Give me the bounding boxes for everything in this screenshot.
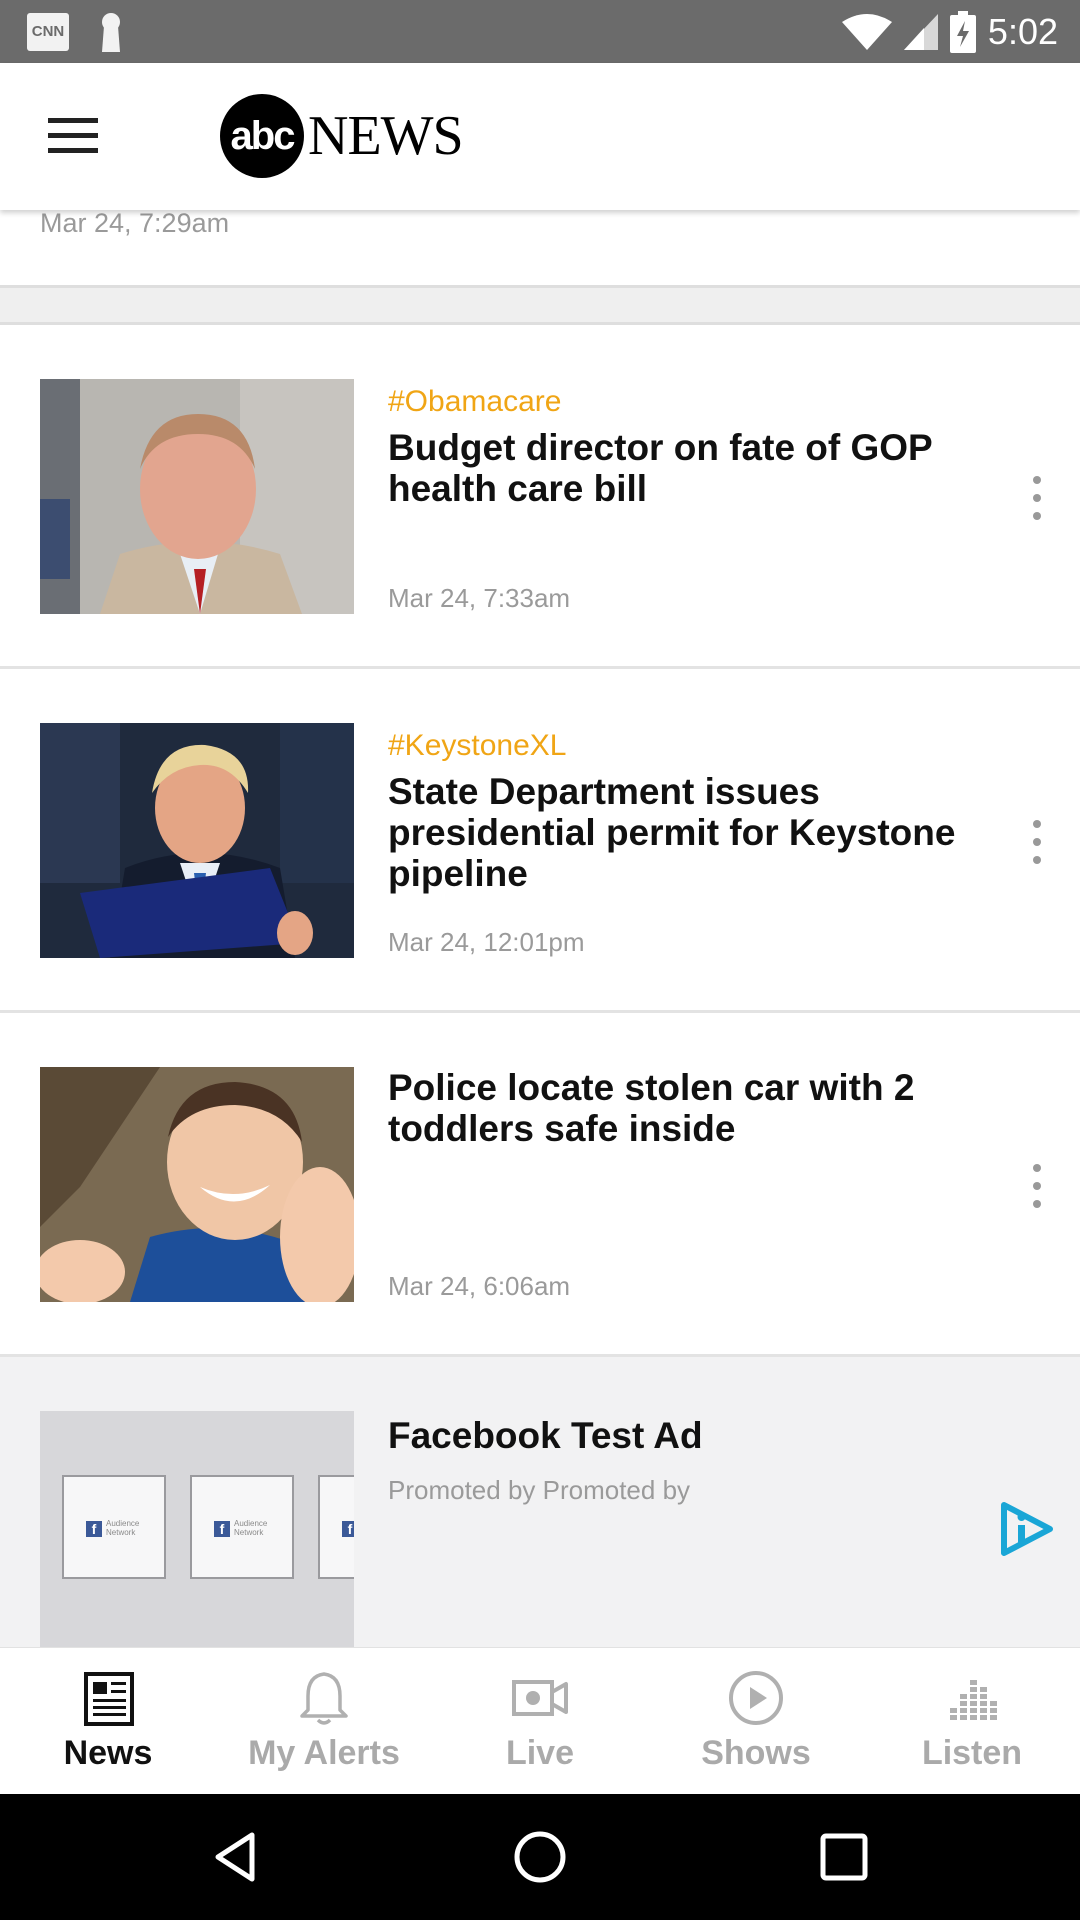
more-options-icon[interactable]	[1028, 473, 1046, 523]
article-date: Mar 24, 12:01pm	[388, 927, 585, 957]
cnn-notification-icon: CNN	[27, 13, 69, 51]
app-bar: abc NEWS	[0, 63, 1080, 210]
cell-signal-icon	[903, 13, 938, 50]
sponsored-ad-card[interactable]: f Audience Network f Audience Network f …	[0, 1357, 1080, 1647]
ad-promoted-label: Promoted by Promoted by	[388, 1475, 691, 1505]
audience-network-card: f Audience Network	[190, 1475, 294, 1579]
tab-my-alerts[interactable]: My Alerts	[216, 1648, 432, 1795]
tab-news[interactable]: News	[0, 1648, 216, 1795]
article-headline[interactable]: Budget director on fate of GOP health ca…	[388, 427, 998, 509]
article-tag[interactable]: #Obamacare	[388, 385, 998, 419]
more-options-icon[interactable]	[1028, 817, 1046, 867]
audience-network-label: Audience Network	[234, 1519, 268, 1537]
section-divider	[0, 285, 1080, 325]
more-options-icon[interactable]	[1028, 1161, 1046, 1211]
newspaper-icon	[84, 1672, 134, 1726]
audience-network-label: Audience Network	[106, 1519, 140, 1537]
audience-network-card: f Audience Network	[62, 1475, 166, 1579]
article-date: Mar 24, 6:06am	[388, 1271, 571, 1301]
abc-logo-circle: abc	[220, 94, 304, 178]
tab-label: My Alerts	[248, 1734, 400, 1772]
tab-label: News	[63, 1734, 153, 1772]
article-thumbnail[interactable]	[40, 379, 354, 614]
home-icon[interactable]	[510, 1827, 570, 1887]
facebook-icon: f	[86, 1521, 102, 1537]
partial-item-date: Mar 24, 7:29am	[40, 208, 230, 238]
keyhole-icon	[102, 13, 120, 52]
tab-label: Live	[505, 1734, 575, 1772]
wifi-icon	[841, 13, 892, 50]
hamburger-menu-icon[interactable]	[48, 118, 98, 154]
battery-charging-icon	[949, 10, 976, 53]
bell-icon	[300, 1672, 348, 1725]
bottom-navigation: News My Alerts Live Shows Listen	[0, 1647, 1080, 1794]
article-tag[interactable]: #KeystoneXL	[388, 729, 998, 763]
article-thumbnail[interactable]	[40, 1067, 354, 1302]
audience-network-card: f	[318, 1475, 354, 1579]
tab-shows[interactable]: Shows	[648, 1648, 864, 1795]
status-bar: CNN 5:02	[0, 0, 1080, 63]
article-card[interactable]: #KeystoneXL State Department issues pres…	[0, 669, 1080, 1013]
equalizer-icon	[950, 1680, 997, 1720]
article-date: Mar 24, 7:33am	[388, 583, 571, 613]
article-card[interactable]: #Obamacare Budget director on fate of GO…	[0, 325, 1080, 669]
tab-label: Listen	[921, 1734, 1023, 1772]
abc-news-logo[interactable]: abc NEWS	[220, 93, 464, 179]
ad-thumbnail[interactable]: f Audience Network f Audience Network f	[40, 1411, 354, 1647]
article-thumbnail[interactable]	[40, 723, 354, 958]
clock: 5:02	[987, 10, 1058, 52]
facebook-icon: f	[214, 1521, 230, 1537]
play-circle-icon	[729, 1671, 783, 1725]
ad-title[interactable]: Facebook Test Ad	[388, 1415, 703, 1457]
logo-news-text: NEWS	[308, 105, 464, 167]
tab-listen[interactable]: Listen	[864, 1648, 1080, 1795]
article-card[interactable]: Police locate stolen car with 2 toddlers…	[0, 1013, 1080, 1357]
system-navigation-bar	[0, 1794, 1080, 1920]
article-headline[interactable]: Police locate stolen car with 2 toddlers…	[388, 1067, 998, 1149]
video-camera-icon	[512, 1680, 568, 1716]
ad-choices-icon[interactable]	[998, 1499, 1056, 1559]
article-headline[interactable]: State Department issues presidential per…	[388, 771, 998, 894]
tab-live[interactable]: Live	[432, 1648, 648, 1795]
back-icon[interactable]	[206, 1827, 266, 1887]
facebook-icon: f	[342, 1521, 354, 1537]
tab-label: Shows	[701, 1734, 811, 1772]
recents-icon[interactable]	[814, 1827, 874, 1887]
